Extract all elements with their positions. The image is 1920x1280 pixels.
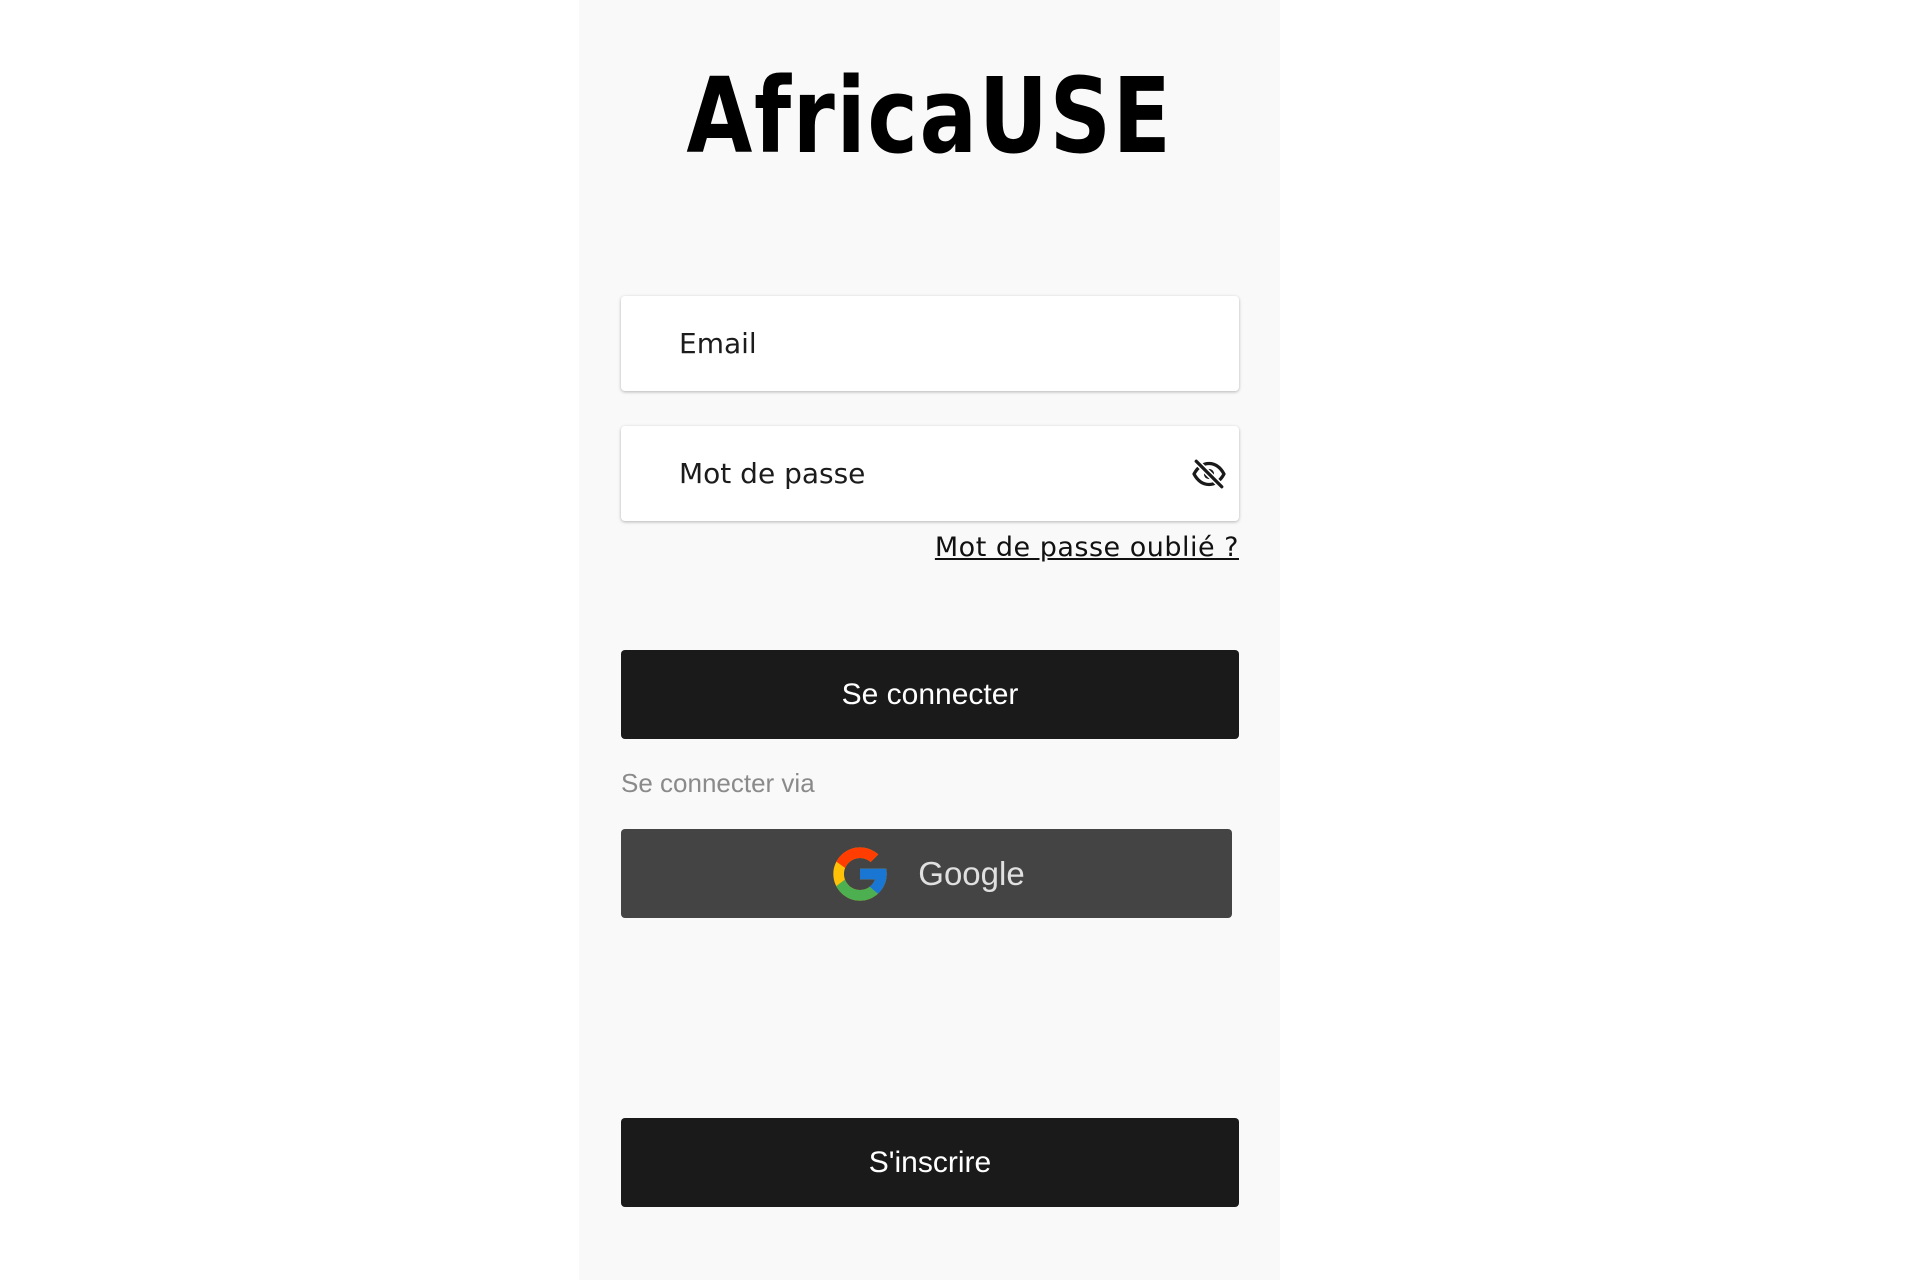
login-screen: AfricaUSE Mot de passe oublié ? Se conne… (579, 0, 1280, 1280)
password-field[interactable] (621, 426, 1239, 521)
email-field[interactable] (621, 296, 1239, 391)
login-button-label: Se connecter (841, 677, 1019, 711)
signup-button[interactable]: S'inscrire (621, 1118, 1239, 1207)
google-icon (833, 846, 887, 901)
google-login-button[interactable]: Google (621, 829, 1232, 918)
email-field-container[interactable] (621, 296, 1239, 391)
eye-off-icon[interactable] (1191, 456, 1227, 492)
forgot-password-link[interactable]: Mot de passe oublié ? (935, 532, 1239, 563)
google-button-label: Google (918, 854, 1025, 892)
login-button[interactable]: Se connecter (621, 650, 1239, 739)
social-login-label: Se connecter via (621, 768, 815, 798)
password-field-container[interactable] (621, 426, 1239, 521)
signup-button-label: S'inscrire (868, 1145, 992, 1179)
app-logo: AfricaUSE (686, 55, 1173, 177)
